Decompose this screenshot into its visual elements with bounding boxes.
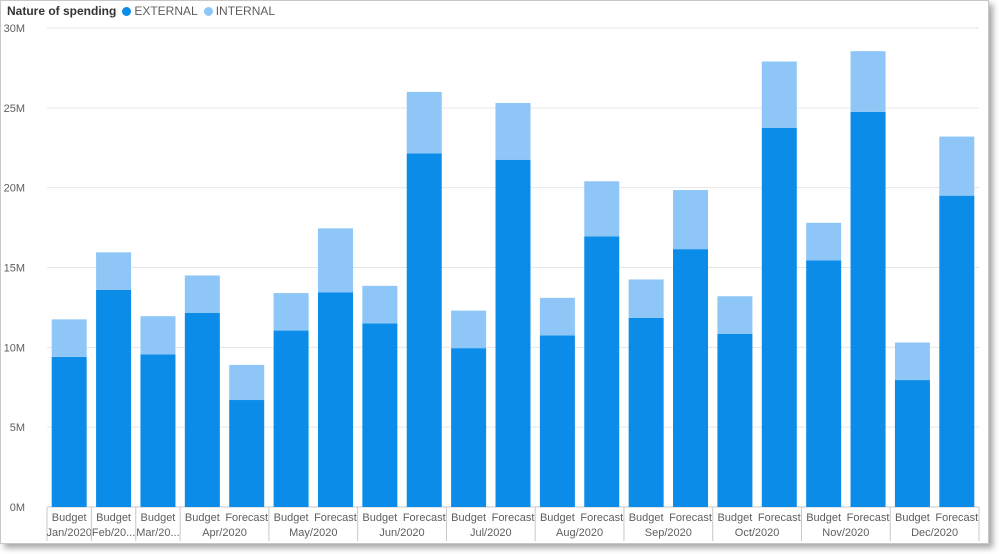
bar-internal: [273, 293, 309, 331]
bar-internal: [184, 275, 220, 314]
bar-internal: [362, 285, 398, 324]
x-group-label: Nov/2020: [822, 527, 869, 539]
bar-internal: [717, 296, 753, 334]
bar-external: [761, 127, 797, 508]
chart-plot: 0M 5M 10M 15M 20M 25M 30M Budget Budget Budget Bud…: [4, 23, 980, 541]
x-category-label: Budget: [185, 512, 220, 524]
bar-external: [939, 195, 975, 507]
bar-external: [628, 317, 664, 507]
bar-internal: [140, 316, 176, 355]
bar-external: [317, 292, 353, 507]
bar-external: [539, 335, 575, 507]
bar-internal: [894, 342, 930, 381]
x-category-label: Budget: [141, 512, 176, 524]
y-tick-label: 15M: [4, 263, 25, 275]
chart-visual: Nature of spending EXTERNAL INTERNAL 0M 5…: [0, 0, 989, 544]
x-category-label: Budget: [540, 512, 575, 524]
bar-internal: [584, 181, 620, 237]
bar-internal: [451, 310, 487, 349]
x-group-label: Jul/2020: [470, 527, 512, 539]
bar-external: [495, 159, 531, 507]
x-category-label: Forecast: [935, 512, 978, 524]
x-category-label: Budget: [629, 512, 664, 524]
x-category-label: Budget: [451, 512, 486, 524]
x-category-label: Budget: [274, 512, 309, 524]
bar-external: [806, 260, 842, 507]
x-category-label: Budget: [895, 512, 930, 524]
x-category-label: Forecast: [403, 512, 446, 524]
x-category-label: Forecast: [225, 512, 268, 524]
x-category-label: Forecast: [580, 512, 623, 524]
bar-external: [273, 330, 309, 507]
bar-internal: [406, 91, 442, 154]
x-category-label: Budget: [52, 512, 87, 524]
y-tick-label: 30M: [4, 23, 25, 35]
y-tick-label: 0M: [10, 502, 25, 514]
bar-internal: [673, 190, 709, 250]
x-group-label: Oct/2020: [735, 527, 780, 539]
bar-internal: [495, 103, 531, 160]
bar-external: [850, 111, 886, 507]
x-category-label: Forecast: [314, 512, 357, 524]
bar-external: [717, 333, 753, 507]
bar-external: [406, 153, 442, 508]
y-tick-label: 20M: [4, 183, 25, 195]
bar-external: [140, 354, 176, 507]
bar-internal: [539, 297, 575, 336]
bar-external: [584, 236, 620, 508]
bar-internal: [96, 252, 132, 290]
bar-internal: [317, 228, 353, 293]
bar-external: [229, 400, 265, 507]
x-category-label: Budget: [96, 512, 131, 524]
bar-external: [894, 380, 930, 507]
bar-internal: [939, 136, 975, 196]
x-category-label: Forecast: [758, 512, 801, 524]
x-category-label: Budget: [717, 512, 752, 524]
bar-internal: [850, 51, 886, 112]
bar-internal: [761, 61, 797, 128]
bar-internal: [806, 222, 842, 261]
x-group-label: May/2020: [289, 527, 337, 539]
bar-external: [362, 323, 398, 507]
x-group-label: Aug/2020: [556, 527, 603, 539]
y-tick-label: 25M: [4, 103, 25, 115]
x-category-label: Forecast: [669, 512, 712, 524]
x-category-label: Forecast: [492, 512, 535, 524]
x-category-label: Forecast: [847, 512, 890, 524]
x-group-label: Dec/2020: [911, 527, 958, 539]
bar-external: [451, 348, 487, 507]
x-category-label: Budget: [806, 512, 841, 524]
x-group-label: Sep/2020: [645, 527, 692, 539]
bar-internal: [229, 364, 265, 401]
bar-external: [51, 356, 87, 507]
x-group-label: Jan/2020: [47, 527, 92, 539]
x-group-label: Jun/2020: [379, 527, 424, 539]
x-category-label: Budget: [362, 512, 397, 524]
bar-external: [96, 289, 132, 507]
x-group-label: Feb/20...: [92, 527, 135, 539]
x-group-label: Mar/20...: [136, 527, 179, 539]
x-group-label: Apr/2020: [202, 527, 247, 539]
bar-internal: [628, 279, 664, 318]
bar-external: [184, 313, 220, 507]
bar-external: [673, 249, 709, 507]
bar-internal: [51, 319, 87, 357]
y-tick-label: 5M: [10, 422, 25, 434]
y-tick-label: 10M: [4, 342, 25, 354]
